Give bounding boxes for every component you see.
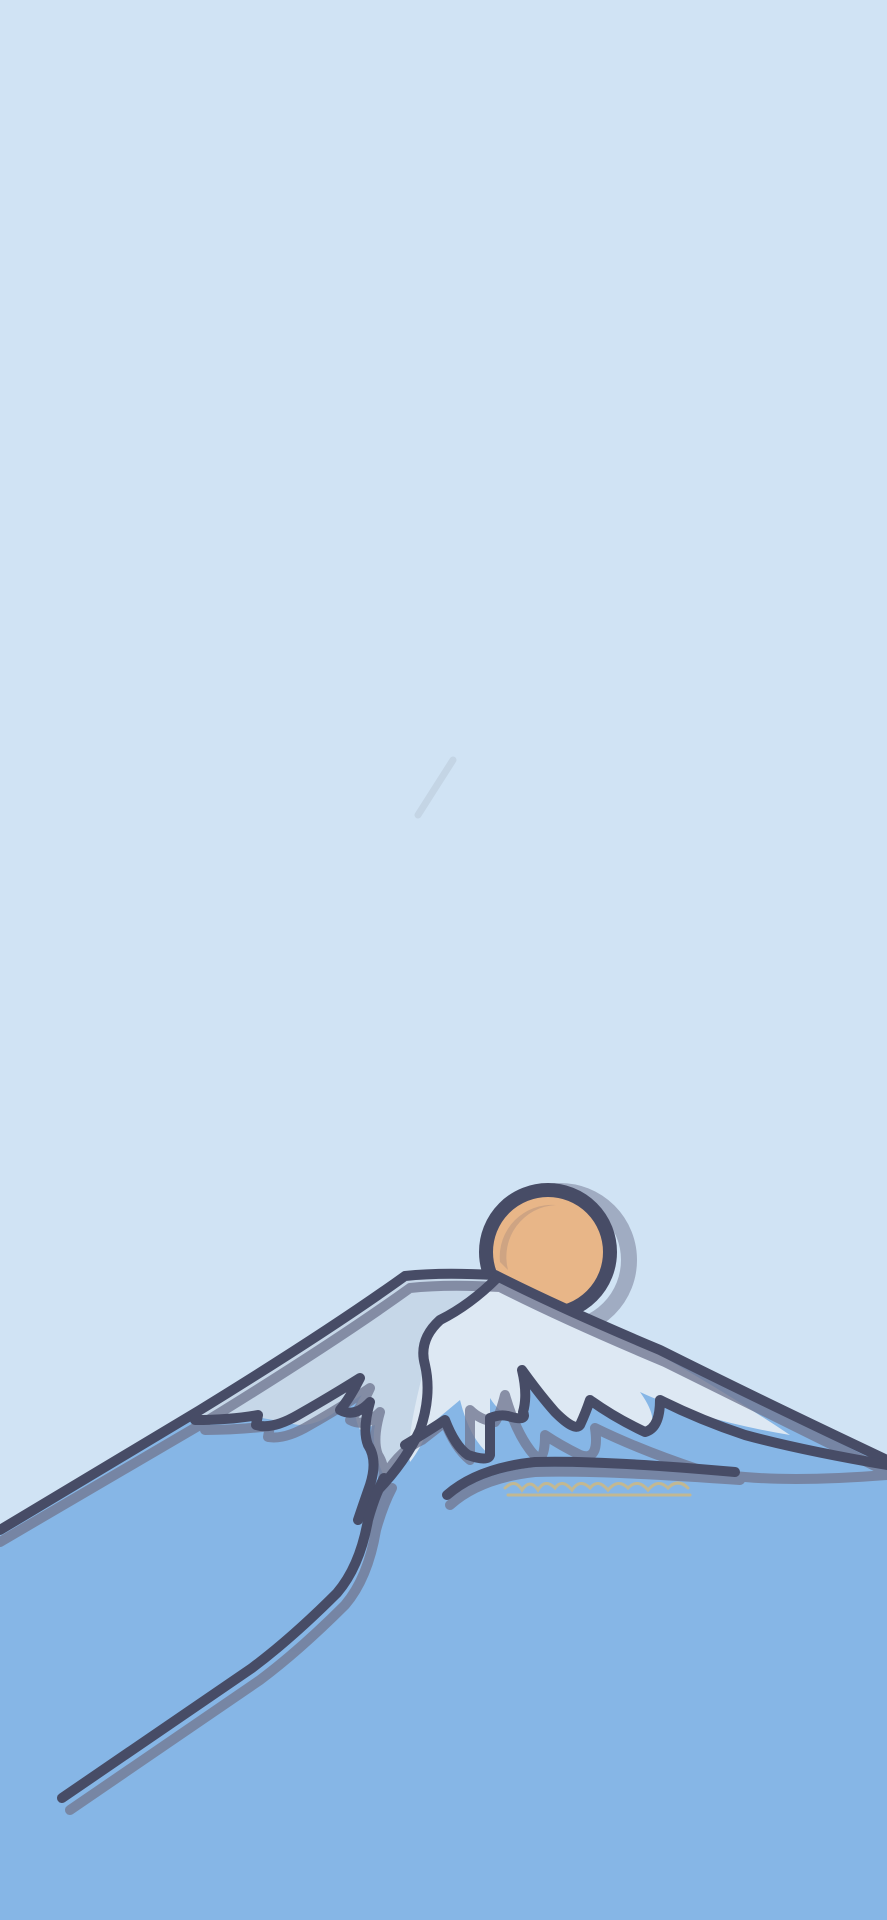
mountain-illustration xyxy=(0,0,887,1920)
wallpaper-scene xyxy=(0,0,887,1920)
